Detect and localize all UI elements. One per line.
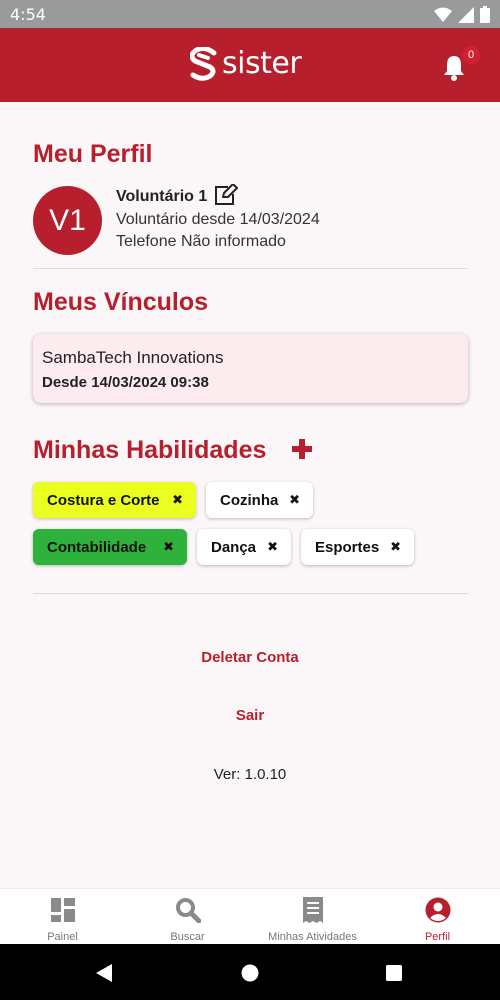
logo-mark-icon xyxy=(190,46,217,81)
skill-label: Esportes xyxy=(315,538,380,556)
add-skill-icon[interactable] xyxy=(292,439,312,459)
nav-item-buscar[interactable]: Buscar xyxy=(125,889,250,945)
battery-icon xyxy=(480,6,490,23)
nav-item-painel[interactable]: Painel xyxy=(0,889,125,945)
link-organization-name: SambaTech Innovations xyxy=(42,348,224,367)
remove-skill-icon[interactable]: ✖ xyxy=(172,493,183,508)
skill-label: Cozinha xyxy=(220,491,279,509)
link-since-date: Desde 14/03/2024 09:38 xyxy=(42,374,209,391)
skill-chip-contabilidade[interactable]: Contabilidade ✖ xyxy=(33,529,187,565)
home-icon[interactable] xyxy=(241,964,259,982)
signal-icon xyxy=(458,6,474,23)
nav-label: Buscar xyxy=(170,931,205,943)
recents-icon[interactable] xyxy=(386,965,402,981)
app-header: sister 0 xyxy=(0,28,500,102)
avatar: V1 xyxy=(33,186,102,255)
link-card[interactable]: SambaTech Innovations Desde 14/03/2024 0… xyxy=(33,334,468,403)
remove-skill-icon[interactable]: ✖ xyxy=(163,540,174,555)
edit-icon[interactable] xyxy=(213,184,239,206)
system-navigation-bar xyxy=(0,944,500,1000)
remove-skill-icon[interactable]: ✖ xyxy=(390,540,401,555)
bottom-navigation: Painel Buscar Minhas Atividades Perfil xyxy=(0,888,500,944)
notification-badge: 0 xyxy=(462,46,480,64)
profile-phone: Telefone Não informado xyxy=(116,233,286,250)
skill-chip-costura-e-corte[interactable]: Costura e Corte ✖ xyxy=(33,482,196,518)
receipt-icon xyxy=(303,897,323,923)
nav-item-perfil[interactable]: Perfil xyxy=(375,889,500,945)
nav-label: Painel xyxy=(47,931,78,943)
skill-chip-danca[interactable]: Dança ✖ xyxy=(197,529,291,565)
profile-since: Voluntário desde 14/03/2024 xyxy=(116,211,320,228)
nav-label: Minhas Atividades xyxy=(268,931,357,943)
app-version: Ver: 1.0.10 xyxy=(213,766,287,783)
back-icon[interactable] xyxy=(96,964,112,982)
remove-skill-icon[interactable]: ✖ xyxy=(289,493,300,508)
wifi-icon xyxy=(434,7,452,22)
status-bar: 4:54 xyxy=(0,0,500,28)
app-logo: sister xyxy=(190,46,302,81)
profile-section-title: Meu Perfil xyxy=(33,140,153,168)
user-circle-icon xyxy=(425,897,451,923)
links-section-title: Meus Vínculos xyxy=(33,288,209,316)
delete-account-button[interactable]: Deletar Conta xyxy=(0,649,500,666)
skill-chip-esportes[interactable]: Esportes ✖ xyxy=(301,529,414,565)
divider xyxy=(33,593,468,594)
skill-label: Dança xyxy=(211,538,257,556)
skills-section-title: Minhas Habilidades xyxy=(33,436,267,464)
dashboard-icon xyxy=(51,898,75,922)
logout-button[interactable]: Sair xyxy=(0,707,500,724)
skill-label: Contabilidade xyxy=(47,538,147,556)
logo-text: sister xyxy=(222,46,302,81)
profile-name: Voluntário 1 xyxy=(116,188,208,205)
nav-item-minhas-atividades[interactable]: Minhas Atividades xyxy=(250,889,375,945)
skill-chip-cozinha[interactable]: Cozinha ✖ xyxy=(206,482,313,518)
nav-label: Perfil xyxy=(424,931,451,943)
divider xyxy=(33,268,468,269)
status-icons xyxy=(434,6,490,23)
skill-label: Costura e Corte xyxy=(47,491,160,509)
search-icon xyxy=(176,898,201,923)
remove-skill-icon[interactable]: ✖ xyxy=(267,540,278,555)
status-time: 4:54 xyxy=(10,5,46,24)
